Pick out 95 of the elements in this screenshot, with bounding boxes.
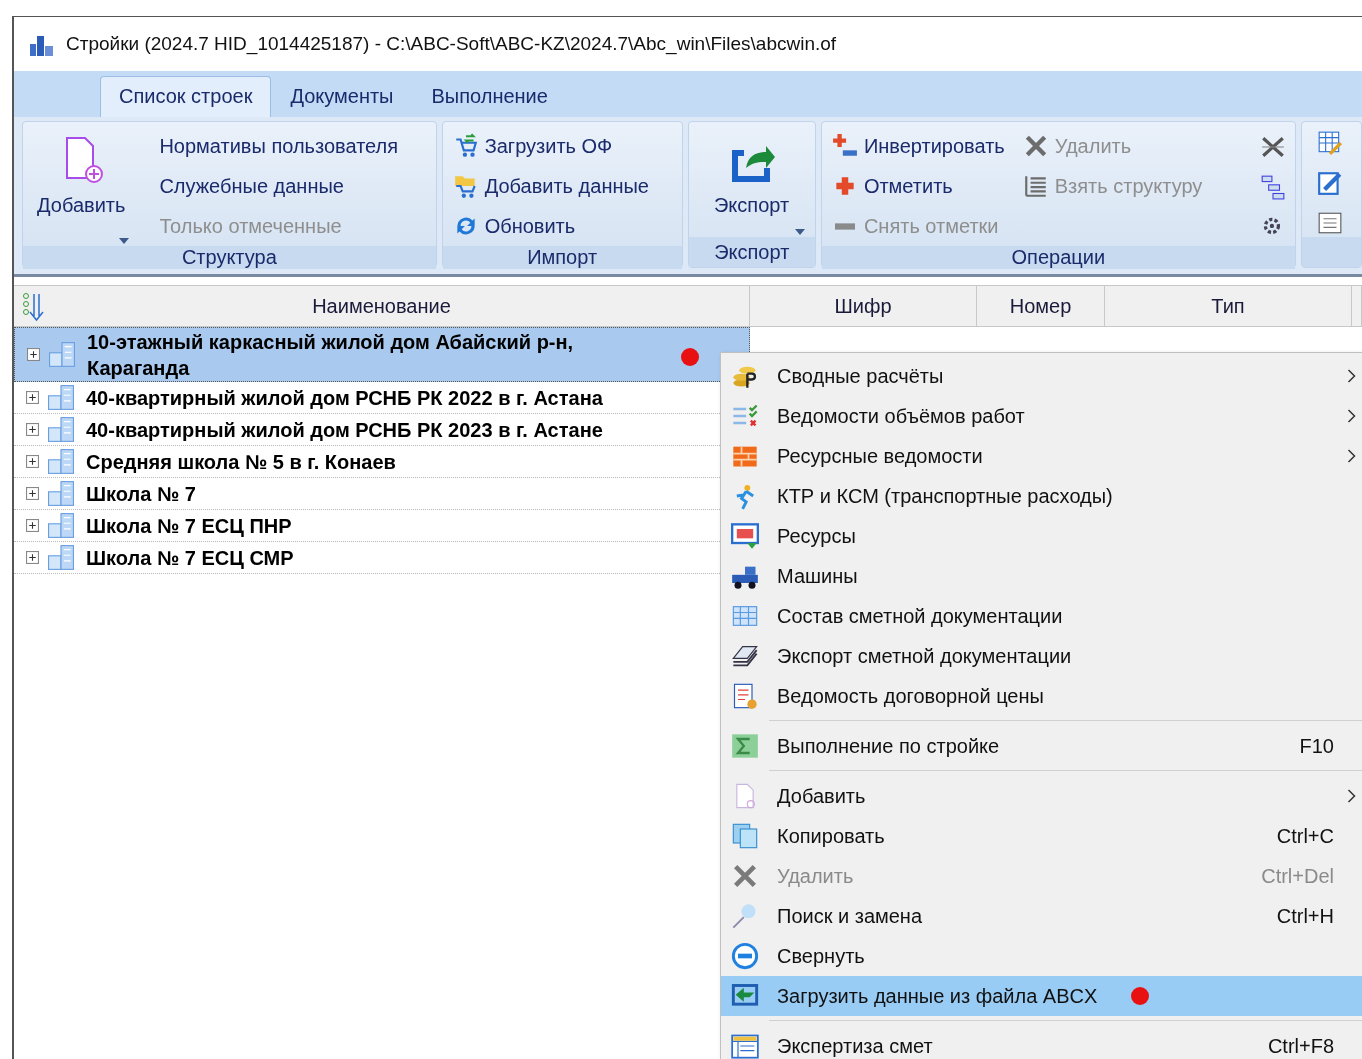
menu-item-label: Загрузить данные из файла ABCX bbox=[777, 984, 1098, 1008]
expand-box-icon[interactable] bbox=[27, 348, 40, 361]
building-icon bbox=[48, 417, 74, 442]
expand-box-icon[interactable] bbox=[26, 455, 39, 468]
menu-item-label: Выполнение по стройке bbox=[777, 734, 1000, 758]
column-title: Номер bbox=[1009, 294, 1072, 318]
large-button[interactable]: Экспорт bbox=[696, 126, 807, 237]
menu-item-label: Экспорт сметной документации bbox=[777, 644, 1072, 668]
menu-item-label: Копировать bbox=[777, 824, 885, 848]
shortcut-label: F10 bbox=[1299, 734, 1334, 758]
building-icon bbox=[48, 545, 74, 570]
menu-item[interactable]: Выполнение по стройке F10 bbox=[721, 726, 1362, 766]
menu-item[interactable]: Экспорт сметной документации bbox=[721, 636, 1362, 676]
building-icon bbox=[49, 342, 75, 367]
shortcut-label: Ctrl+F8 bbox=[1267, 1034, 1334, 1058]
row-title: Средняя школа № 5 в г. Конаев bbox=[86, 449, 397, 475]
tree-row[interactable]: 10-этажный каркасный жилой дом Абайский р-н, Караганда bbox=[14, 327, 750, 382]
row-title: 40-квартирный жилой дом РСНБ РК 2022 в г. Астана bbox=[86, 385, 604, 411]
cross-icon bbox=[731, 862, 759, 890]
group-label: Экспорт bbox=[688, 237, 815, 267]
column-header[interactable]: Номер bbox=[977, 285, 1105, 327]
expand-box-icon[interactable] bbox=[26, 423, 39, 436]
expand-box-icon[interactable] bbox=[26, 487, 39, 500]
monitor-icon bbox=[731, 522, 759, 550]
menu-item[interactable]: Добавить bbox=[721, 776, 1362, 816]
menu-item[interactable]: Свернуть bbox=[721, 936, 1362, 976]
menu-item-label: Ведомости объёмов работ bbox=[777, 404, 1025, 428]
expand-box-icon[interactable] bbox=[26, 519, 39, 532]
row-title: 40-квартирный жилой дом РСНБ РК 2023 в г. Астане bbox=[86, 417, 604, 443]
menu-item-label: Свернуть bbox=[777, 944, 865, 968]
plus-minus-icon bbox=[831, 133, 858, 159]
menu-item-label: КТР и КСМ (транспортные расходы) bbox=[777, 484, 1113, 508]
report-icon bbox=[731, 682, 759, 710]
ribbon-button[interactable]: Инвертировать bbox=[829, 126, 1007, 166]
menu-item[interactable]: Копировать Ctrl+C bbox=[721, 816, 1362, 856]
column-title: Шифр bbox=[834, 294, 892, 318]
shortcut-label: Ctrl+H bbox=[1276, 904, 1334, 928]
window-title: Стройки (2024.7 HID_1014425187) - C:\ABC-Soft\ABC-KZ\2024.7\Abc_win\Files\abcwin.of bbox=[66, 33, 837, 55]
shortcut-label: Ctrl+C bbox=[1276, 824, 1334, 848]
menu-item-label: Ведомость договорной цены bbox=[777, 684, 1044, 708]
menu-item-label: Сводные расчёты bbox=[777, 364, 944, 388]
column-header[interactable]: Наименование bbox=[14, 285, 750, 327]
menu-item-label: Поиск и замена bbox=[777, 904, 923, 928]
pencil-icon[interactable] bbox=[1315, 170, 1344, 196]
folder-cart-icon bbox=[452, 173, 479, 199]
ribbon-tab[interactable]: Список строек bbox=[100, 76, 272, 117]
menu-item[interactable]: Загрузить данные из файла ABCX bbox=[721, 976, 1362, 1016]
collapse-icon bbox=[731, 942, 759, 970]
large-button[interactable]: Добавить bbox=[31, 126, 132, 246]
row-title: Школа № 7 ЕСЦ ПНР bbox=[86, 513, 293, 539]
building-icon bbox=[48, 513, 74, 538]
dropdown-arrow-icon bbox=[794, 229, 805, 235]
expand-box-icon[interactable] bbox=[26, 391, 39, 404]
header-filler bbox=[1352, 285, 1362, 327]
menu-item-label: Ресурсные ведомости bbox=[777, 444, 983, 468]
building-icon bbox=[48, 385, 74, 410]
copy-icon bbox=[731, 822, 759, 850]
ribbon-tab[interactable]: Выполнение bbox=[412, 76, 567, 117]
ribbon-button[interactable]: Служебные данные bbox=[145, 166, 401, 206]
menu-item[interactable]: Ведомость договорной цены bbox=[721, 676, 1362, 716]
expand-box-icon[interactable] bbox=[26, 551, 39, 564]
column-title: Тип bbox=[1211, 294, 1245, 318]
ribbon-button[interactable]: Загрузить ОФ bbox=[450, 126, 651, 166]
menu-item[interactable]: Состав сметной документации bbox=[721, 596, 1362, 636]
menu-item-label: Машины bbox=[777, 564, 858, 588]
row-title: Школа № 7 ЕСЦ СМР bbox=[86, 545, 295, 571]
column-header[interactable]: Шифр bbox=[750, 285, 977, 327]
menu-item-label: Ресурсы bbox=[777, 524, 856, 548]
ribbon-button[interactable]: Отметить bbox=[829, 166, 1007, 206]
ribbon-button[interactable]: Нормативы пользователя bbox=[145, 126, 401, 166]
menu-item-label: Состав сметной документации bbox=[777, 604, 1063, 628]
menu-item[interactable]: Экспертиза смет Ctrl+F8 bbox=[721, 1026, 1362, 1059]
ribbon-tab[interactable]: Документы bbox=[271, 76, 413, 117]
building-icon bbox=[48, 449, 74, 474]
menu-item[interactable]: Поиск и замена Ctrl+H bbox=[721, 896, 1362, 936]
building-icon bbox=[48, 481, 74, 506]
sort-icon[interactable] bbox=[22, 292, 46, 322]
row-title: Школа № 7 bbox=[86, 481, 197, 507]
row-title: 10-этажный каркасный жилой дом Абайский р-н, Караганда bbox=[87, 329, 575, 381]
menu-item-label: Экспертиза смет bbox=[777, 1034, 933, 1058]
dropdown-arrow-icon bbox=[119, 238, 130, 244]
menu-item-label: Удалить bbox=[777, 864, 854, 888]
ribbon-button[interactable]: Обновить bbox=[450, 206, 651, 246]
sheet-icon bbox=[731, 1032, 759, 1059]
menu-item-label: Добавить bbox=[777, 784, 866, 808]
column-title: Наименование bbox=[312, 294, 451, 318]
group-label: Операции bbox=[821, 246, 1295, 269]
column-header[interactable]: Тип bbox=[1105, 285, 1352, 327]
sigma-icon bbox=[731, 732, 759, 760]
list-icon bbox=[1022, 173, 1049, 199]
ribbon-button[interactable]: Добавить данные bbox=[450, 166, 651, 206]
minus-icon bbox=[834, 222, 855, 230]
group-label: Импорт bbox=[442, 246, 682, 269]
shortcut-label: Ctrl+Del bbox=[1261, 864, 1334, 888]
group-label: Структура bbox=[23, 246, 436, 269]
